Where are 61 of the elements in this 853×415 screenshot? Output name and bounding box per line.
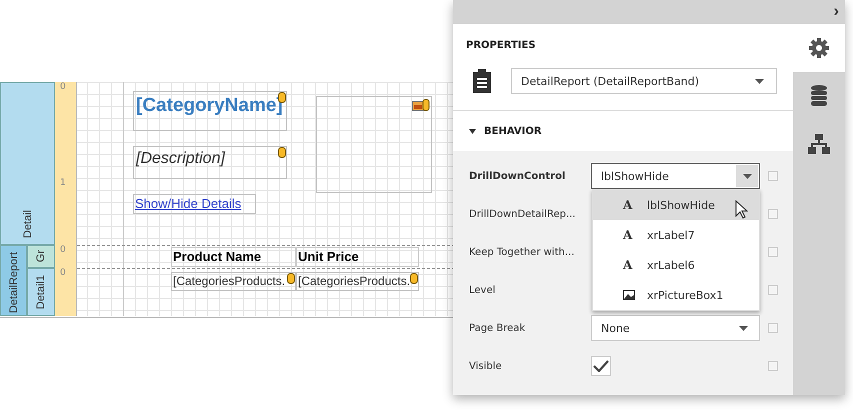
hierarchy-icon (808, 134, 830, 154)
image-icon (623, 290, 635, 300)
label-icon: A (623, 258, 635, 272)
object-selector[interactable]: DetailReport (DetailReportBand) (511, 68, 777, 94)
property-name: Keep Together with... (469, 246, 576, 258)
reset-checkbox[interactable] (768, 285, 778, 295)
field-text: Unit Price (298, 249, 359, 264)
ruler-mark: 0 (60, 245, 66, 255)
dropdown-item[interactable]: A xrLabel7 (593, 220, 759, 250)
caret-icon (755, 78, 764, 84)
checkbox[interactable] (591, 356, 611, 376)
report-control[interactable]: Unit Price (296, 247, 419, 267)
settings-tab[interactable] (793, 24, 845, 72)
collapse-button[interactable]: › (828, 0, 845, 24)
database-icon (811, 85, 827, 107)
label-icon: A (623, 198, 635, 212)
dropdown-item[interactable]: A lblShowHide (593, 190, 759, 220)
section-header[interactable]: BEHAVIOR (453, 111, 793, 151)
reset-checkbox[interactable] (768, 209, 778, 219)
property-dropdown[interactable]: lblShowHide (591, 163, 760, 189)
reset-checkbox[interactable] (768, 361, 778, 371)
report-control[interactable]: Product Name (171, 247, 296, 267)
caret-icon (742, 174, 752, 178)
field-text: Product Name (173, 249, 262, 264)
band-header[interactable]: Detail1 (27, 268, 55, 316)
report-control[interactable]: [CategoryName] (133, 91, 287, 131)
property-name: Visible (469, 360, 503, 372)
clipboard-icon (473, 69, 491, 93)
picture-box[interactable] (316, 96, 432, 193)
mouse-cursor-icon (735, 200, 748, 219)
field-text: [CategoriesProducts. (173, 274, 286, 288)
ruler-mark: 1 (60, 178, 66, 188)
property-dropdown[interactable]: None (591, 315, 760, 341)
link-text: Show/Hide Details (135, 196, 242, 211)
report-control[interactable]: [Description] (133, 146, 287, 179)
field-text: [CategoryName] (136, 95, 283, 117)
property-name: Level (469, 284, 496, 296)
dropdown-item[interactable]: xrPictureBox1 (593, 280, 759, 310)
label-icon: A (623, 228, 635, 242)
reset-checkbox[interactable] (768, 323, 778, 333)
dropdown-item[interactable]: A xrLabel6 (593, 250, 759, 280)
caret-icon (738, 326, 748, 330)
report-control[interactable]: [CategoriesProducts. (296, 272, 419, 291)
report-control[interactable]: Show/Hide Details (133, 194, 256, 214)
checkmark-icon (593, 360, 609, 372)
reset-checkbox[interactable] (768, 247, 778, 257)
ruler-mark: 0 (60, 268, 66, 278)
band-header[interactable]: DetailReport (0, 245, 27, 316)
report-control[interactable]: [CategoriesProducts. (171, 272, 296, 291)
band-header[interactable]: Gr (27, 245, 55, 268)
band-header[interactable]: Detail (0, 82, 55, 245)
caret-icon (469, 128, 476, 134)
panel-title: PROPERTIES (453, 24, 793, 62)
field-text: [CategoriesProducts. (298, 274, 410, 288)
field-text: [Description] (136, 150, 225, 168)
property-name: Page Break (469, 322, 526, 334)
reset-checkbox[interactable] (768, 171, 778, 181)
ruler-mark: 0 (60, 82, 66, 92)
property-name: DrillDownDetailRep... (469, 208, 576, 220)
settings-icon (809, 38, 829, 58)
property-name: DrillDownControl (469, 170, 566, 182)
